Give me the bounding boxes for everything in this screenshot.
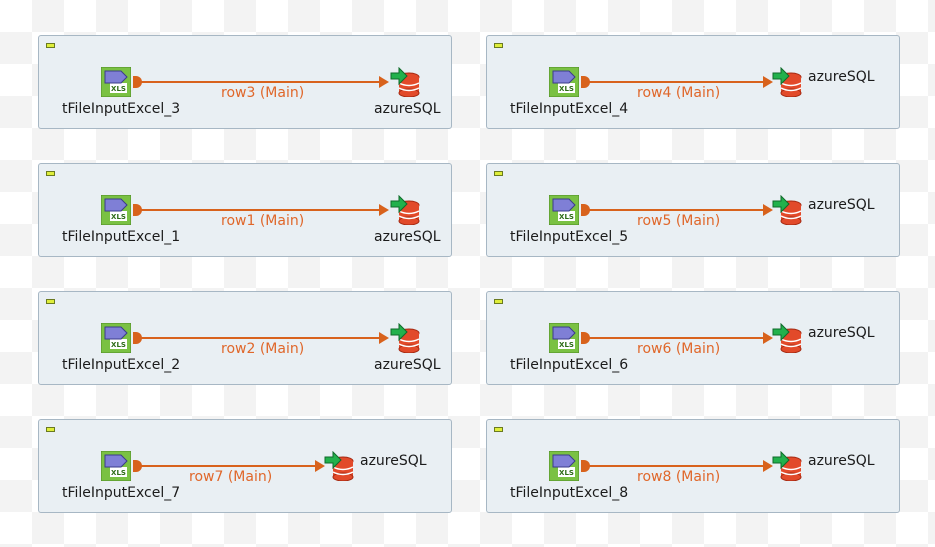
- collapse-icon[interactable]: [46, 171, 55, 176]
- connection-label[interactable]: row8 (Main): [637, 469, 720, 485]
- collapse-icon[interactable]: [494, 171, 503, 176]
- svg-text:XLS: XLS: [559, 213, 574, 221]
- excel-input-icon[interactable]: XLS: [549, 323, 579, 353]
- database-output-icon[interactable]: [771, 67, 803, 97]
- svg-text:XLS: XLS: [559, 85, 574, 93]
- output-component-label[interactable]: azureSQL: [360, 453, 427, 469]
- subjob[interactable]: XLS row6 (Main) tFileInputExcel_6 azureS…: [486, 291, 900, 385]
- subjob[interactable]: XLS row5 (Main) tFileInputExcel_5 azureS…: [486, 163, 900, 257]
- subjob[interactable]: XLS row7 (Main) tFileInputExcel_7 azureS…: [38, 419, 452, 513]
- output-component-label[interactable]: azureSQL: [808, 453, 875, 469]
- connection-label[interactable]: row1 (Main): [221, 213, 304, 229]
- subjob[interactable]: XLS row8 (Main) tFileInputExcel_8 azureS…: [486, 419, 900, 513]
- svg-text:XLS: XLS: [111, 469, 126, 477]
- connection-label[interactable]: row6 (Main): [637, 341, 720, 357]
- collapse-icon[interactable]: [46, 427, 55, 432]
- excel-input-icon[interactable]: XLS: [549, 451, 579, 481]
- connection-label[interactable]: row2 (Main): [221, 341, 304, 357]
- svg-text:XLS: XLS: [111, 85, 126, 93]
- collapse-icon[interactable]: [46, 299, 55, 304]
- svg-text:XLS: XLS: [111, 213, 126, 221]
- svg-text:XLS: XLS: [559, 341, 574, 349]
- database-output-icon[interactable]: [771, 323, 803, 353]
- connection-label[interactable]: row4 (Main): [637, 85, 720, 101]
- svg-text:XLS: XLS: [111, 341, 126, 349]
- subjob[interactable]: XLS row2 (Main) tFileInputExcel_2 azureS…: [38, 291, 452, 385]
- collapse-icon[interactable]: [494, 427, 503, 432]
- svg-text:XLS: XLS: [559, 469, 574, 477]
- excel-input-icon[interactable]: XLS: [101, 67, 131, 97]
- input-component-label[interactable]: tFileInputExcel_8: [510, 485, 628, 501]
- excel-input-icon[interactable]: XLS: [101, 323, 131, 353]
- input-component-label[interactable]: tFileInputExcel_1: [62, 229, 180, 245]
- excel-input-icon[interactable]: XLS: [549, 195, 579, 225]
- database-output-icon[interactable]: [323, 451, 355, 481]
- database-output-icon[interactable]: [771, 195, 803, 225]
- subjob[interactable]: XLS row1 (Main) tFileInputExcel_1 azureS…: [38, 163, 452, 257]
- database-output-icon[interactable]: [389, 67, 421, 97]
- database-output-icon[interactable]: [771, 451, 803, 481]
- excel-input-icon[interactable]: XLS: [549, 67, 579, 97]
- database-output-icon[interactable]: [389, 195, 421, 225]
- input-component-label[interactable]: tFileInputExcel_2: [62, 357, 180, 373]
- output-component-label[interactable]: azureSQL: [808, 325, 875, 341]
- output-component-label[interactable]: azureSQL: [808, 69, 875, 85]
- output-component-label[interactable]: azureSQL: [374, 101, 441, 117]
- excel-input-icon[interactable]: XLS: [101, 451, 131, 481]
- excel-input-icon[interactable]: XLS: [101, 195, 131, 225]
- collapse-icon[interactable]: [494, 43, 503, 48]
- input-component-label[interactable]: tFileInputExcel_5: [510, 229, 628, 245]
- collapse-icon[interactable]: [494, 299, 503, 304]
- subjob[interactable]: XLS row3 (Main) tFileInputExcel_3 azureS…: [38, 35, 452, 129]
- database-output-icon[interactable]: [389, 323, 421, 353]
- subjob[interactable]: XLS row4 (Main) tFileInputExcel_4 azureS…: [486, 35, 900, 129]
- input-component-label[interactable]: tFileInputExcel_6: [510, 357, 628, 373]
- input-component-label[interactable]: tFileInputExcel_3: [62, 101, 180, 117]
- connection-label[interactable]: row3 (Main): [221, 85, 304, 101]
- connection-label[interactable]: row5 (Main): [637, 213, 720, 229]
- connection-label[interactable]: row7 (Main): [189, 469, 272, 485]
- output-component-label[interactable]: azureSQL: [374, 357, 441, 373]
- input-component-label[interactable]: tFileInputExcel_4: [510, 101, 628, 117]
- design-canvas[interactable]: XLS row3 (Main) tFileInputExcel_3 azureS…: [0, 0, 935, 547]
- output-component-label[interactable]: azureSQL: [808, 197, 875, 213]
- collapse-icon[interactable]: [46, 43, 55, 48]
- output-component-label[interactable]: azureSQL: [374, 229, 441, 245]
- input-component-label[interactable]: tFileInputExcel_7: [62, 485, 180, 501]
